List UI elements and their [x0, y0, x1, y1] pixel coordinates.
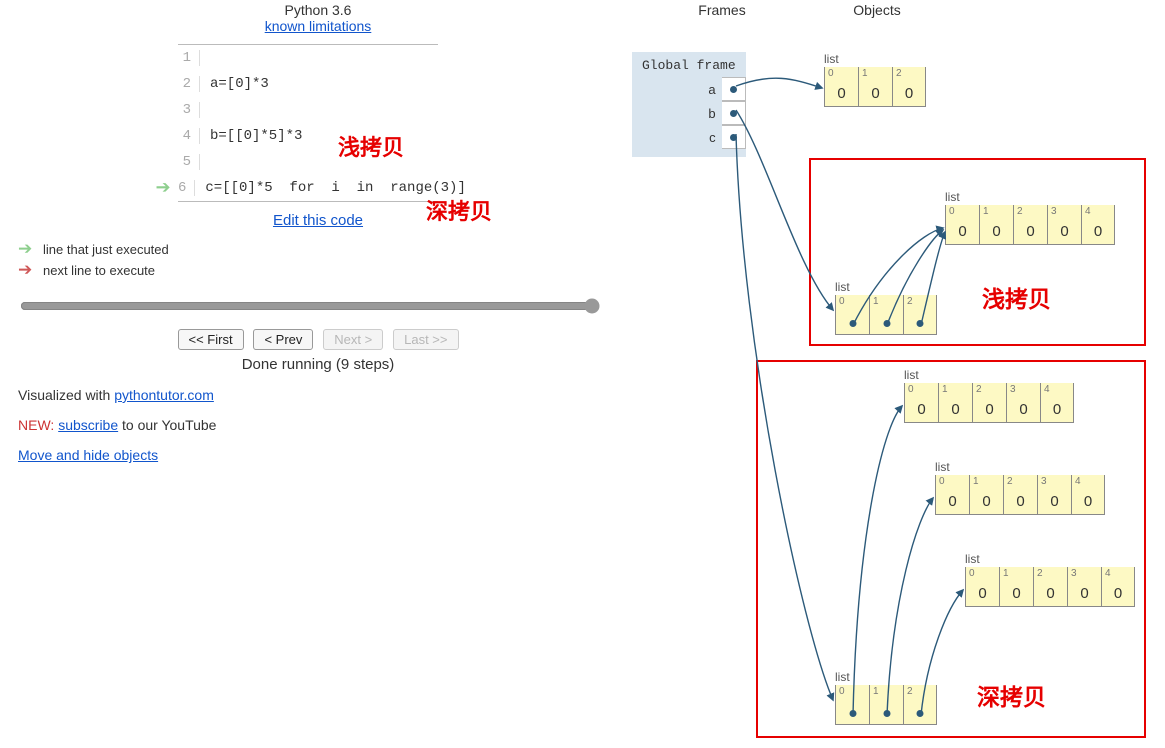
- arrow-right-icon: ➔: [18, 239, 40, 259]
- code-line-2: a=[0]*3: [210, 76, 269, 92]
- annotation-shallow-right: 浅拷贝: [982, 280, 1051, 314]
- subscribe-link[interactable]: subscribe: [58, 417, 118, 433]
- annotation-shallow-copy: 浅拷贝: [338, 130, 404, 162]
- frames-header: Frames: [632, 2, 812, 18]
- last-button: Last >>: [393, 329, 458, 350]
- annotation-deep-right: 深拷贝: [977, 678, 1046, 712]
- legend: ➔line that just executed ➔next line to e…: [18, 239, 618, 280]
- code-line-4: b=[[0]*5]*3: [210, 128, 302, 144]
- credits-subscribe: NEW: subscribe to our YouTube: [18, 417, 618, 433]
- list-b: list 0 1 2: [835, 280, 937, 335]
- prev-button[interactable]: < Prev: [253, 329, 313, 350]
- list-c-inner-0: list 00 10 20 30 40: [904, 368, 1074, 423]
- var-c-pointer: [722, 125, 746, 149]
- move-hide-link[interactable]: Move and hide objects: [18, 447, 158, 463]
- credits-visualized: Visualized with pythontutor.com: [18, 387, 618, 403]
- pythontutor-link[interactable]: pythontutor.com: [114, 387, 214, 403]
- global-frame-title: Global frame: [640, 58, 746, 77]
- legend-just-executed: line that just executed: [43, 242, 169, 257]
- var-b: b: [708, 106, 721, 121]
- objects-header: Objects: [812, 2, 942, 18]
- var-c: c: [709, 130, 722, 145]
- executed-arrow-icon: ➔: [152, 177, 174, 199]
- python-version: Python 3.6: [18, 2, 618, 18]
- var-b-pointer: [722, 101, 746, 125]
- edit-code-link[interactable]: Edit this code: [273, 212, 363, 229]
- known-limitations-link[interactable]: known limitations: [18, 18, 618, 34]
- next-button: Next >: [323, 329, 383, 350]
- status-text: Done running (9 steps): [18, 356, 618, 373]
- legend-next-line: next line to execute: [43, 263, 155, 278]
- var-a: a: [708, 82, 721, 97]
- arrow-right-icon: ➔: [18, 260, 40, 280]
- annotation-deep-copy: 深拷贝: [426, 194, 492, 226]
- var-a-pointer: [722, 77, 746, 101]
- list-c-inner-2: list 00 10 20 30 40: [965, 552, 1135, 607]
- first-button[interactable]: << First: [178, 329, 244, 350]
- code-block: 1 2a=[0]*3 3 4b=[[0]*5]*3 5 ➔ 6c=[[0]*5 …: [178, 44, 438, 202]
- list-a: list 00 10 20: [824, 52, 926, 107]
- list-c: list 0 1 2: [835, 670, 937, 725]
- step-slider[interactable]: [20, 298, 600, 314]
- list-c-inner-1: list 00 10 20 30 40: [935, 460, 1105, 515]
- global-frame: Global frame a b c: [632, 52, 746, 157]
- list-b-inner: list 00 10 20 30 40: [945, 190, 1115, 245]
